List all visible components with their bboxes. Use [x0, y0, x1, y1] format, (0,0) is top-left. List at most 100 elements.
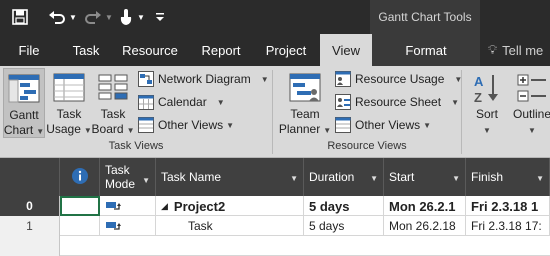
dropdown-arrow-icon: ▼: [528, 126, 536, 135]
task-mode-column-header[interactable]: Task Mode ▼: [100, 158, 156, 196]
collapse-triangle-icon[interactable]: ◢: [161, 201, 168, 212]
column-dropdown-icon[interactable]: ▼: [142, 174, 150, 188]
other-views-icon: [138, 117, 154, 133]
title-bar: ▼ ▼ ▼ Gantt Chart Tools: [0, 0, 550, 34]
info-icon: [71, 167, 89, 188]
duration-cell[interactable]: 5 days: [304, 216, 384, 236]
task-views-group-label: Task Views: [108, 140, 164, 152]
touch-dropdown-icon[interactable]: ▼: [136, 6, 146, 28]
redo-icon[interactable]: [82, 6, 104, 28]
sort-button[interactable]: AZ Sort ▼: [468, 68, 506, 138]
row-number[interactable]: [0, 236, 60, 256]
sort-label: Sort: [475, 107, 498, 121]
ribbon: Gantt Chart ▼ Task Usage ▼ Task Board ▼ Net…: [0, 66, 550, 158]
indicators-column-header[interactable]: [60, 158, 100, 196]
task-name-cell[interactable]: ◢ Project2: [156, 196, 304, 216]
tell-me-box[interactable]: 💡︎ Tell me: [488, 34, 550, 66]
task-name-text: Project2: [173, 198, 226, 214]
touch-mode-icon[interactable]: [116, 6, 136, 28]
outline-icon: [516, 72, 548, 104]
contextual-tab-header: Gantt Chart Tools: [370, 0, 480, 34]
task-usage-icon: [53, 72, 85, 104]
row-number[interactable]: 1: [0, 216, 60, 236]
task-mode-cell[interactable]: [100, 196, 156, 216]
gantt-chart-label-1: Gantt: [9, 108, 39, 122]
ribbon-tabs: File Task Resource Report Project View F…: [0, 34, 550, 66]
finish-cell[interactable]: Fri 2.3.18 1: [466, 196, 550, 216]
tab-format[interactable]: Format: [372, 34, 480, 66]
other-views-label: Other Views: [355, 118, 421, 132]
dropdown-arrow-icon: ▼: [216, 97, 225, 107]
column-dropdown-icon[interactable]: ▼: [290, 174, 298, 183]
calendar-label: Calendar: [158, 95, 207, 109]
finish-cell[interactable]: Fri 2.3.18 17:: [466, 216, 550, 236]
team-planner-button[interactable]: Team Planner ▼: [279, 68, 331, 138]
start-cell[interactable]: Mon 26.2.18: [384, 216, 466, 236]
finish-column-header[interactable]: Finish ▼: [466, 158, 550, 196]
indicator-cell[interactable]: [60, 216, 100, 236]
column-dropdown-icon[interactable]: ▼: [452, 174, 460, 183]
start-cell[interactable]: Mon 26.2.1: [384, 196, 466, 216]
tab-project[interactable]: Project: [258, 34, 314, 66]
tab-report[interactable]: Report: [192, 34, 250, 66]
team-planner-icon: [289, 72, 321, 104]
team-planner-label-2: Planner: [278, 122, 321, 136]
calendar-button[interactable]: Calendar ▼: [138, 92, 225, 112]
network-diagram-button[interactable]: Network Diagram ▼: [138, 69, 269, 89]
group-separator: [272, 70, 273, 154]
column-dropdown-icon[interactable]: ▼: [536, 174, 544, 183]
dropdown-arrow-icon: ▼: [323, 126, 332, 135]
resource-usage-label: Resource Usage: [355, 72, 445, 86]
dropdown-arrow-icon: ▼: [260, 74, 269, 84]
table-row[interactable]: 1 Task 5 days Mon 26.2.18 Fri 2.3.18 17:: [0, 216, 550, 236]
row-number[interactable]: 0: [0, 196, 60, 216]
duration-column-header[interactable]: Duration ▼: [304, 158, 384, 196]
undo-dropdown-icon[interactable]: ▼: [68, 6, 78, 28]
table-row[interactable]: 0 ◢ Project2 5 days Mon 26.2.1 Fri 2.3.1…: [0, 196, 550, 216]
task-board-label-1: Task: [100, 107, 126, 121]
resource-sheet-label: Resource Sheet: [355, 95, 442, 109]
duration-cell[interactable]: 5 days: [304, 196, 384, 216]
task-usage-button[interactable]: Task Usage ▼: [46, 68, 92, 138]
save-icon[interactable]: [8, 6, 32, 28]
resource-other-views-button[interactable]: Other Views ▼: [335, 115, 431, 135]
outline-button[interactable]: Outline ▼: [508, 68, 550, 138]
tab-resource[interactable]: Resource: [116, 34, 184, 66]
column-dropdown-icon[interactable]: ▼: [370, 174, 378, 183]
tab-task[interactable]: Task: [62, 34, 110, 66]
svg-text:Z: Z: [474, 90, 482, 104]
finish-header: Finish: [471, 170, 504, 184]
gantt-chart-button[interactable]: Gantt Chart ▼: [3, 68, 45, 138]
dropdown-arrow-icon: ▼: [483, 126, 491, 135]
dropdown-arrow-icon: ▼: [451, 97, 459, 107]
dropdown-arrow-icon: ▼: [226, 120, 235, 130]
undo-icon[interactable]: [46, 6, 68, 28]
task-other-views-button[interactable]: Other Views ▼: [138, 115, 234, 135]
task-name-cell[interactable]: Task: [156, 216, 304, 236]
indicator-cell[interactable]: [60, 196, 100, 216]
sort-icon: AZ: [471, 72, 503, 105]
start-column-header[interactable]: Start ▼: [384, 158, 466, 196]
network-diagram-icon: [138, 71, 154, 87]
redo-dropdown-icon[interactable]: ▼: [104, 6, 114, 28]
resource-usage-button[interactable]: Resource Usage ▼: [335, 69, 462, 89]
select-all-corner[interactable]: [0, 158, 60, 196]
customize-qat-icon[interactable]: [152, 6, 168, 28]
gantt-table: Task Mode ▼ Task Name ▼ Duration ▼ Start…: [0, 158, 550, 256]
resource-sheet-button[interactable]: Resource Sheet ▼: [335, 92, 459, 112]
task-board-icon: [97, 72, 129, 104]
tell-me-label: Tell me: [502, 42, 544, 58]
table-row-empty[interactable]: [0, 236, 550, 256]
start-header: Start: [389, 170, 415, 184]
auto-scheduled-icon: [105, 200, 123, 212]
task-name-text: Task: [188, 219, 213, 233]
task-usage-label-2: Usage: [46, 122, 81, 136]
task-name-column-header[interactable]: Task Name ▼: [156, 158, 304, 196]
tab-view[interactable]: View: [320, 34, 372, 66]
network-diagram-label: Network Diagram: [158, 72, 251, 86]
dropdown-arrow-icon: ▼: [126, 126, 135, 135]
tab-file[interactable]: File: [6, 34, 52, 66]
task-mode-cell[interactable]: [100, 216, 156, 236]
task-board-button[interactable]: Task Board ▼: [92, 68, 134, 138]
task-mode-header-line2: Mode: [105, 177, 136, 191]
